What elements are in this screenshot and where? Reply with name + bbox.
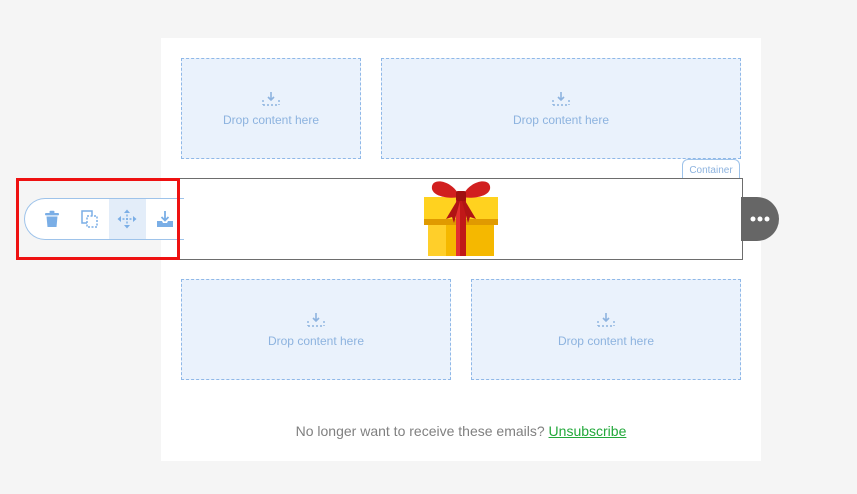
drop-zone-label: Drop content here: [557, 333, 655, 348]
drop-zone-label: Drop content here: [512, 112, 610, 127]
email-footer: No longer want to receive these emails? …: [161, 423, 761, 439]
drop-zone[interactable]: Drop content here: [181, 279, 451, 380]
drop-icon: [597, 312, 615, 327]
ellipsis-icon: [750, 216, 770, 222]
save-block-button[interactable]: [146, 199, 184, 239]
move-icon: [117, 209, 137, 229]
drop-zone[interactable]: Drop content here: [181, 58, 361, 159]
more-options-button[interactable]: [741, 197, 779, 241]
footer-text: No longer want to receive these emails?: [295, 423, 545, 439]
container-tag[interactable]: Container: [682, 159, 740, 179]
delete-icon: [44, 210, 59, 227]
move-button[interactable]: [108, 199, 147, 239]
save-icon: [157, 211, 174, 227]
drop-icon: [307, 312, 325, 327]
delete-button[interactable]: [33, 199, 71, 239]
selected-container[interactable]: [179, 178, 743, 260]
drop-icon: [552, 91, 570, 106]
drop-zone[interactable]: Drop content here: [471, 279, 741, 380]
drop-icon: [262, 91, 280, 106]
gift-icon: [424, 181, 498, 256]
drop-zone-label: Drop content here: [222, 112, 320, 127]
drop-zone[interactable]: Drop content here: [381, 58, 741, 159]
duplicate-icon: [80, 210, 98, 228]
element-toolbar: [24, 198, 184, 240]
drop-zone-label: Drop content here: [267, 333, 365, 348]
unsubscribe-link[interactable]: Unsubscribe: [549, 423, 627, 439]
duplicate-button[interactable]: [71, 199, 109, 239]
